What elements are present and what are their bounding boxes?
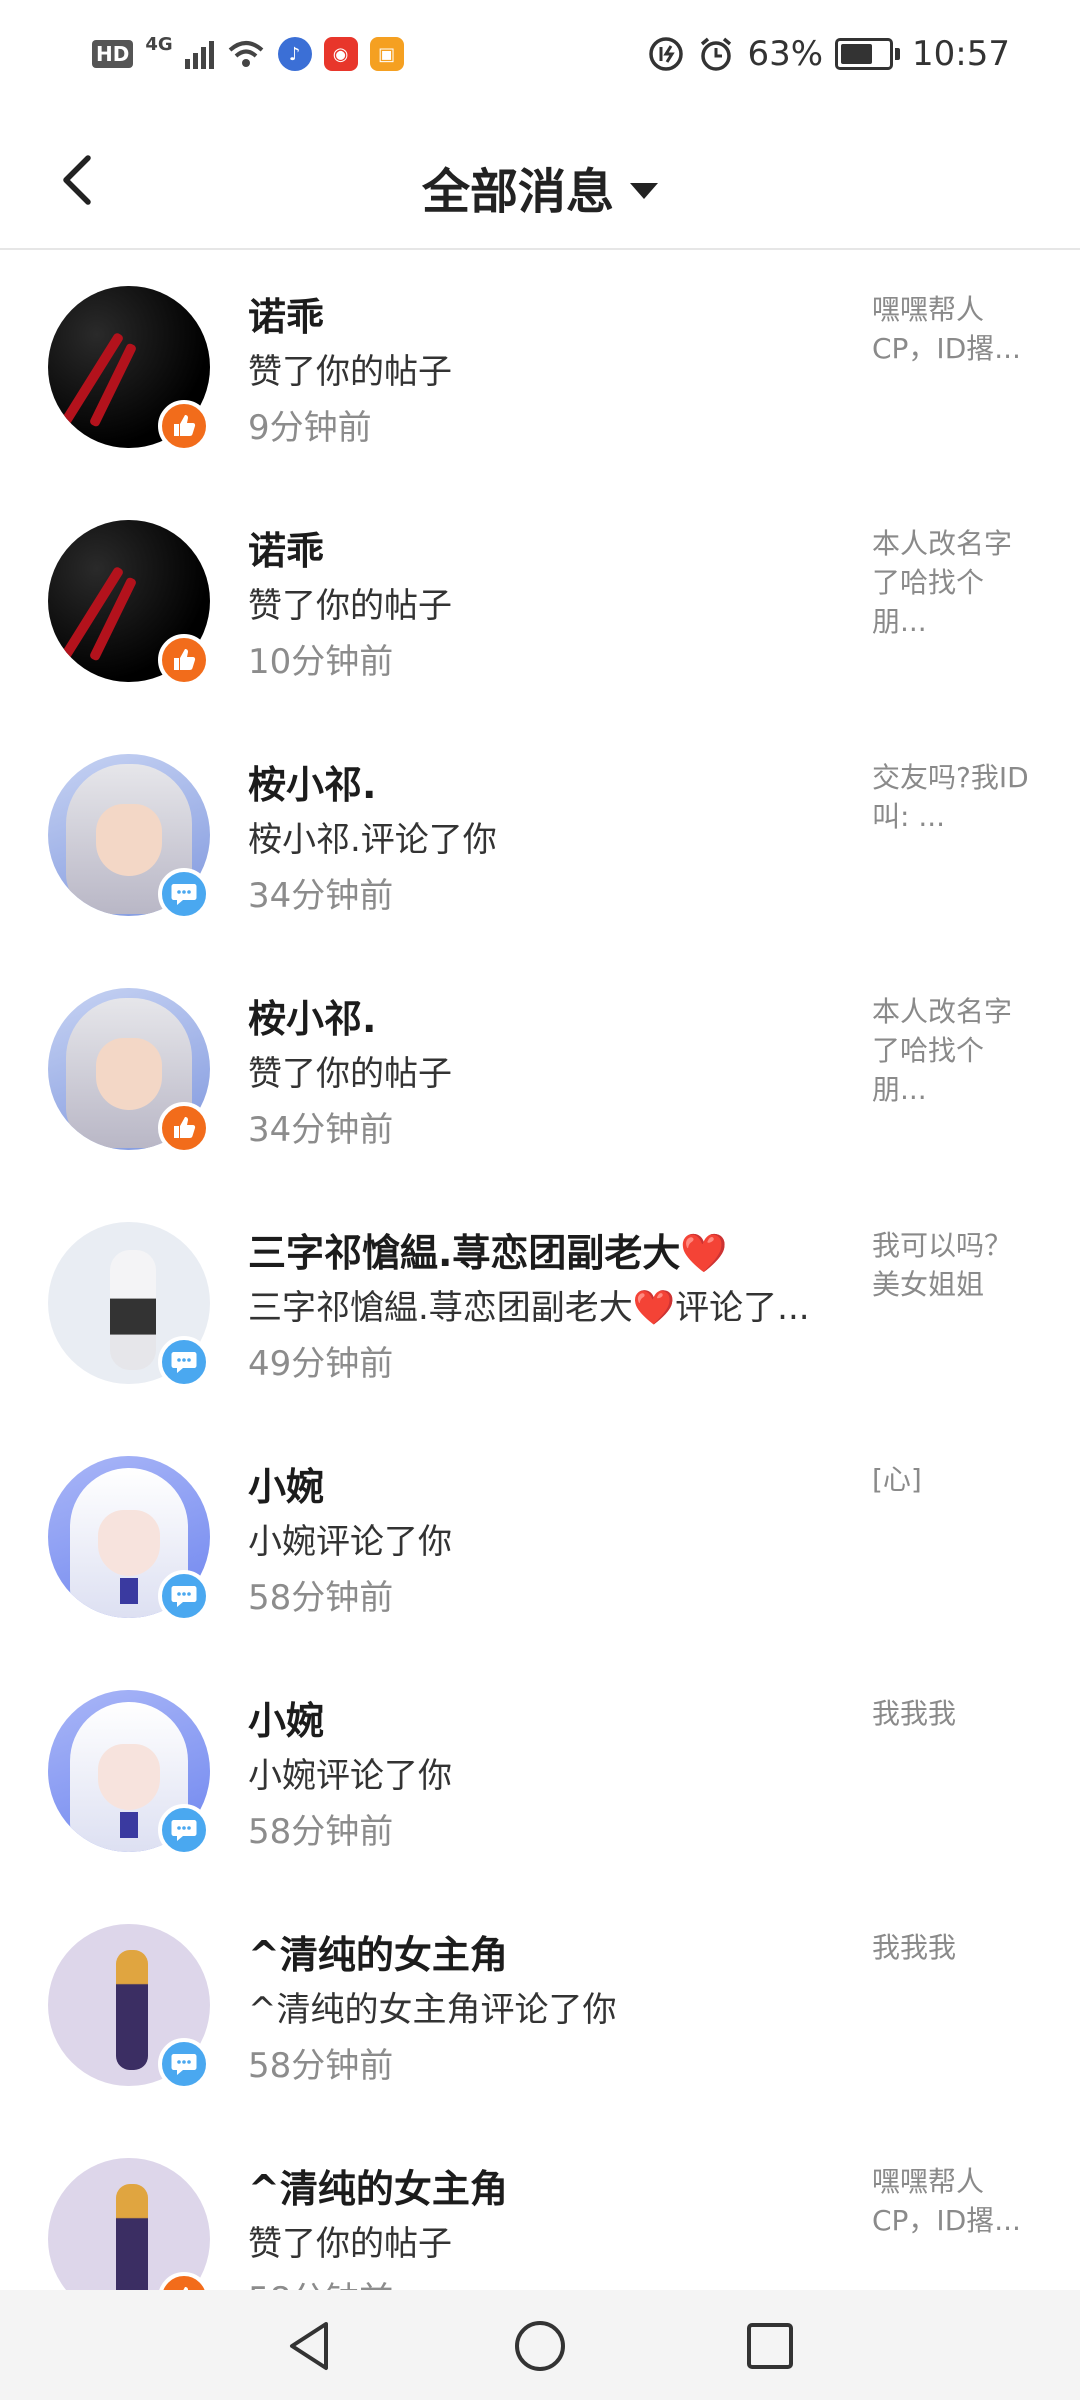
chat-bubble-icon <box>171 2054 197 2075</box>
avatar[interactable] <box>48 2158 210 2290</box>
message-time: 34分钟前 <box>248 1110 394 1150</box>
comment-badge <box>158 1570 210 1622</box>
sender-name: 小婉 <box>248 1465 325 1509</box>
post-preview[interactable]: 我我我 <box>872 1928 1032 1967</box>
post-preview[interactable]: 嘿嘿帮人CP，ID撂... <box>872 2162 1032 2240</box>
sender-name: 诺乖 <box>248 295 325 339</box>
message-action: 三字祁愴緼.荨恋团副老大❤️评论了... <box>248 1288 810 1328</box>
battery-icon <box>835 38 901 70</box>
status-icons-right: 63% 10:57 <box>647 30 1010 78</box>
comment-badge <box>158 1804 210 1856</box>
message-item[interactable]: 小婉小婉评论了你 58分钟前 我我我 <box>0 1654 1080 1888</box>
chat-bubble-icon <box>171 1820 197 1841</box>
clock: 10:57 <box>912 34 1010 74</box>
message-action: 赞了你的帖子 <box>248 352 452 392</box>
comment-badge <box>158 2038 210 2090</box>
sender-name: ^清纯的女主角 <box>248 2167 508 2211</box>
comment-badge <box>158 1336 210 1388</box>
thumbs-up-icon <box>174 1117 196 1138</box>
wifi-icon <box>228 41 263 67</box>
post-preview[interactable]: 我可以吗？美女姐姐 <box>872 1226 1032 1304</box>
message-time: 10分钟前 <box>248 642 394 682</box>
sender-name: 小婉 <box>248 1699 325 1743</box>
sender-name: 桉小祁. <box>248 763 377 807</box>
message-time: 58分钟前 <box>248 1578 394 1618</box>
status-icons-left: HD 4G ♪ ◉ ▣ <box>92 34 404 74</box>
post-preview[interactable]: 本人改名字了哈找个朋... <box>872 524 1032 641</box>
chat-bubble-icon <box>171 884 197 905</box>
message-action: 赞了你的帖子 <box>248 586 452 626</box>
post-preview[interactable]: 交友吗?我ID叫: ... <box>872 758 1032 836</box>
comment-badge <box>158 868 210 920</box>
message-action: 桉小祁.评论了你 <box>248 820 497 860</box>
post-preview[interactable]: 我我我 <box>872 1694 1032 1733</box>
game-app-icon: ▣ <box>369 37 404 71</box>
like-badge <box>158 634 210 686</box>
caret-down-icon <box>630 183 658 199</box>
message-item[interactable]: 桉小祁. 桉小祁.评论了你 34分钟前 交友吗?我ID叫: ... <box>0 718 1080 952</box>
message-item[interactable]: 诺乖赞了你的帖子 10分钟前 本人改名字了哈找个朋... <box>0 484 1080 718</box>
square-recents-icon[interactable] <box>740 2316 800 2376</box>
weibo-app-icon: ◉ <box>323 37 358 71</box>
thumbs-up-icon <box>174 649 196 670</box>
post-preview[interactable]: [心] <box>872 1460 1032 1499</box>
chat-bubble-icon <box>171 1352 197 1373</box>
message-item[interactable]: ^清纯的女主角赞了你的帖子 58分钟前 嘿嘿帮人CP，ID撂... <box>0 2122 1080 2290</box>
message-time: 49分钟前 <box>248 1344 394 1384</box>
data-saver-icon <box>649 37 684 71</box>
message-item[interactable]: ^清纯的女主角 ^清纯的女主角评论了你 58分钟前 我我我 <box>0 1888 1080 2122</box>
music-app-icon: ♪ <box>277 37 312 71</box>
sender-name: ^清纯的女主角 <box>248 1933 508 1977</box>
message-list[interactable]: 诺乖 赞了你的帖子 9分钟前 嘿嘿帮人CP，ID撂... 诺乖 赞了你的帖子 10分钟前 本人… <box>0 250 1080 2290</box>
message-time: 34分钟前 <box>248 876 394 916</box>
status-bar: HD 4G ♪ ◉ ▣ 63% 10:57 <box>0 0 1080 110</box>
alarm-icon <box>701 37 732 71</box>
like-badge <box>158 400 210 452</box>
post-preview[interactable]: 本人改名字了哈找个朋... <box>872 992 1032 1109</box>
network-type-label: 4G <box>145 33 173 55</box>
message-time: 9分钟前 <box>248 408 372 448</box>
message-item[interactable]: 桉小祁. 赞了你的帖子 34分钟前 本人改名字了哈找个朋... <box>0 952 1080 1186</box>
message-action: 小婉评论了你 <box>248 1522 452 1562</box>
page-title: 全部消息 <box>421 164 614 220</box>
message-time: 58分钟前 <box>248 2272 393 2290</box>
message-item[interactable]: 小婉小婉评论了你 58分钟前 [心] <box>0 1420 1080 1654</box>
message-item[interactable]: 诺乖赞了你的帖子 9分钟前 嘿嘿帮人CP，ID撂... <box>0 250 1080 484</box>
message-filter-dropdown[interactable]: 全部消息 <box>0 152 1080 222</box>
sender-name: 诺乖 <box>248 529 325 573</box>
chat-bubble-icon <box>171 1586 197 1607</box>
circle-home-icon[interactable] <box>510 2316 570 2376</box>
post-preview[interactable]: 嘿嘿帮人CP，ID撂... <box>872 290 1032 368</box>
header: 全部消息 <box>0 110 1080 250</box>
message-time: 58分钟前 <box>248 2046 394 2086</box>
sender-name: 桉小祁. <box>248 997 377 1041</box>
message-action: 赞了你的帖子 <box>248 1054 452 1094</box>
message-action: 赞了你的帖子 <box>248 2224 452 2264</box>
message-time: 58分钟前 <box>248 1812 394 1852</box>
system-nav-bar <box>0 2290 1080 2400</box>
message-action: ^清纯的女主角评论了你 <box>248 1990 617 2030</box>
signal-icon <box>184 39 214 69</box>
like-badge <box>158 1102 210 1154</box>
triangle-back-icon[interactable] <box>280 2316 340 2376</box>
sender-name: 三字祁愴緼.荨恋团副老大❤️ <box>248 1231 728 1275</box>
battery-percent: 63% <box>747 34 824 74</box>
hd-icon: HD <box>92 40 134 68</box>
thumbs-up-icon <box>174 415 196 436</box>
message-action: 小婉评论了你 <box>248 1756 452 1796</box>
message-item[interactable]: 三字祁愴緼.荨恋团副老大❤️ 三字祁愴緼.荨恋团副老大❤️评论了... 49分钟前 我… <box>0 1186 1080 1420</box>
